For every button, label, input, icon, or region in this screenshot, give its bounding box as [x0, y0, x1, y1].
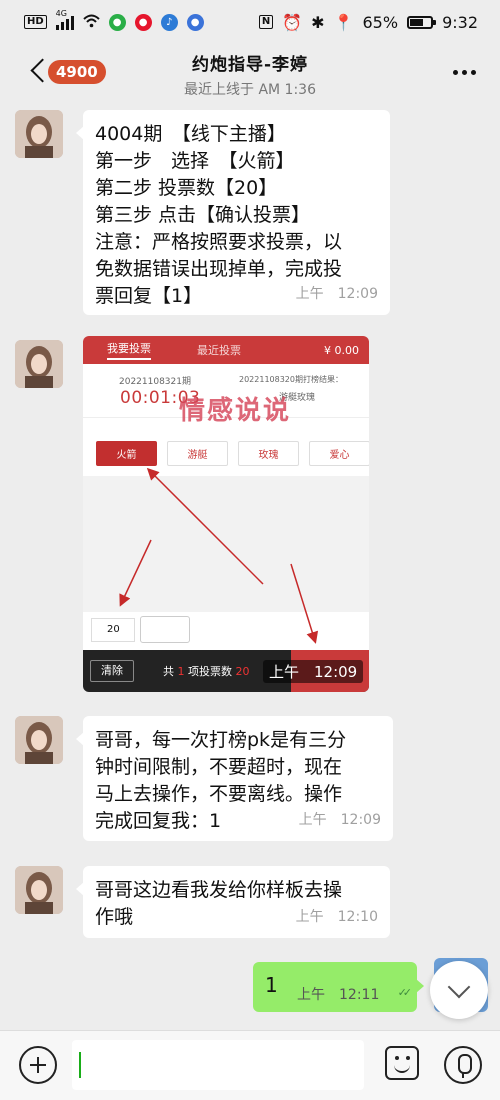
voice-icon[interactable]	[444, 1046, 482, 1084]
status-left: HD 4G ● ● ♪ ●	[24, 9, 204, 32]
screenshot-arrows	[119, 467, 319, 644]
scroll-down-icon[interactable]	[430, 961, 488, 1019]
weibo-icon: ●	[134, 13, 152, 31]
emoji-icon[interactable]	[385, 1046, 419, 1080]
title-block: 约炮指导-李婷 最近上线于 AM 1:36	[0, 50, 500, 99]
network-label: 4G	[55, 9, 67, 18]
message-text: 1	[265, 973, 278, 997]
message-time: 上午 12:10	[295, 909, 378, 925]
chat-header: 4900 约炮指导-李婷 最近上线于 AM 1:36	[0, 44, 500, 100]
message-time: 上午 12:09	[295, 286, 378, 302]
more-icon[interactable]	[453, 70, 476, 75]
location-icon: 📍	[333, 12, 354, 32]
avatar[interactable]	[15, 110, 63, 158]
input-bar	[0, 1030, 500, 1100]
message-bubble[interactable]: 哥哥这边看我发给你样板去操 作哦 上午 12:10	[76, 866, 390, 938]
nfc-icon: N	[258, 15, 274, 29]
bluetooth-icon: ✱	[311, 12, 325, 32]
status-right: N ⏰ ✱ 📍 65% 9:32	[258, 12, 478, 32]
screenshot-total: 共 1 项投票数 20	[163, 665, 250, 678]
contact-name[interactable]: 约炮指导-李婷	[0, 50, 500, 75]
battery-icon	[407, 15, 437, 29]
outgoing-message-bubble[interactable]: 1 上午 12:11 ✓✓	[253, 962, 424, 1012]
status-bar: HD 4G ● ● ♪ ● N ⏰ ✱ 📍 65% 9:32	[0, 0, 500, 44]
text-caret	[79, 1052, 81, 1078]
message-time: 上午 12:11	[297, 987, 380, 1003]
arrow-to-vote-count	[119, 539, 152, 607]
screenshot-clear-button: 清除	[90, 660, 134, 682]
message-input[interactable]	[72, 1040, 364, 1090]
add-icon[interactable]	[19, 1046, 57, 1084]
arrow-to-rocket	[146, 467, 264, 585]
message-time: 上午 12:09	[298, 812, 381, 828]
message-bubble[interactable]: 4004期 【线下主播】 第一步 选择 【火箭】 第二步 投票数【20】 第三步…	[76, 110, 390, 315]
wifi-icon	[82, 13, 100, 32]
signal-icon: 4G	[55, 9, 74, 30]
screenshot-bottom-bar: 清除 共 1 项投票数 20 上午 12:09	[83, 650, 369, 692]
avatar[interactable]	[15, 716, 63, 764]
alarm-icon: ⏰	[282, 12, 303, 32]
image-time-overlay: 上午 12:09	[263, 660, 364, 683]
message-bubble[interactable]: 哥哥，每一次打榜pk是有三分 钟时间限制，不要超时，现在 马上去操作，不要离线。…	[76, 716, 393, 841]
last-seen-text: 最近上线于 AM 1:36	[184, 82, 316, 98]
hd-icon: HD	[24, 15, 47, 29]
arrow-to-confirm	[290, 563, 319, 644]
battery-percent: 65%	[362, 12, 399, 32]
avatar[interactable]	[15, 340, 63, 388]
image-message[interactable]: 我要投票 最近投票 ¥ 0.00 20221108321期 00:01:03 2…	[83, 336, 369, 692]
browser-icon: ●	[186, 13, 204, 31]
avatar[interactable]	[15, 866, 63, 914]
clock: 9:32	[442, 12, 478, 32]
read-check-icon: ✓✓	[397, 986, 413, 999]
wechat-icon: ●	[108, 13, 126, 31]
music-icon: ♪	[160, 13, 178, 31]
